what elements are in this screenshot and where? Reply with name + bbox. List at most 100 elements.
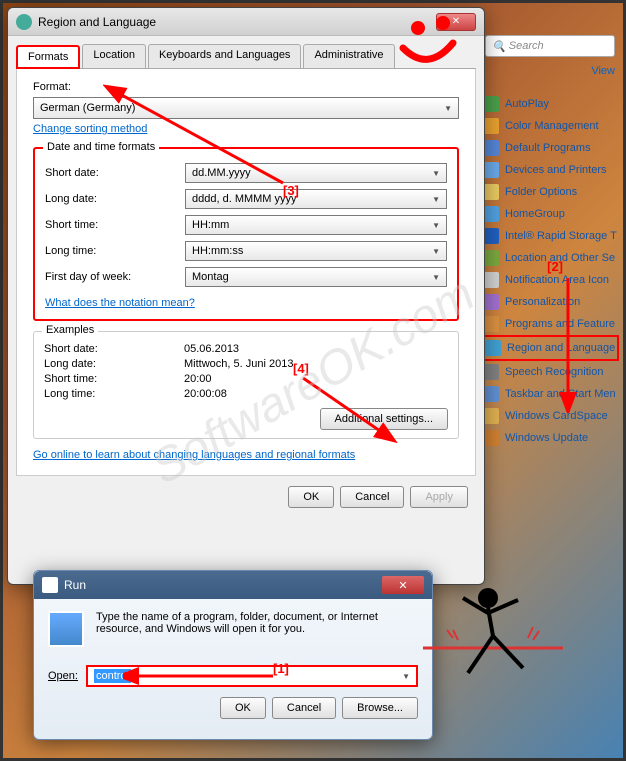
run-description: Type the name of a program, folder, docu… <box>96 611 418 647</box>
notation-link[interactable]: What does the notation mean? <box>45 297 195 309</box>
cp-item-windows-cardspace[interactable]: Windows CardSpace <box>479 405 619 427</box>
ex-long-date-label: Long date: <box>44 358 184 370</box>
format-label: Format: <box>33 81 459 93</box>
cp-item-label: Windows CardSpace <box>505 410 608 422</box>
additional-settings-button[interactable]: Additional settings... <box>320 408 448 430</box>
long-time-label: Long time: <box>45 245 185 257</box>
tab-administrative[interactable]: Administrative <box>303 44 394 68</box>
cp-item-icon <box>483 408 499 424</box>
cp-item-icon <box>483 140 499 156</box>
first-day-dropdown[interactable]: Montag <box>185 267 447 287</box>
ok-button[interactable]: OK <box>288 486 334 508</box>
run-close-button[interactable]: ✕ <box>382 576 424 594</box>
smiley-icon <box>393 13 463 73</box>
group-title: Date and time formats <box>43 141 159 153</box>
run-dialog: Run ✕ Type the name of a program, folder… <box>33 570 433 740</box>
ex-long-date-value: Mittwoch, 5. Juni 2013 <box>184 358 293 370</box>
cp-item-homegroup[interactable]: HomeGroup <box>479 203 619 225</box>
cp-item-programs-and-feature[interactable]: Programs and Feature <box>479 313 619 335</box>
cp-item-icon <box>483 364 499 380</box>
online-link[interactable]: Go online to learn about changing langua… <box>33 449 355 461</box>
cp-item-icon <box>483 184 499 200</box>
cp-item-icon <box>483 430 499 446</box>
run-browse-button[interactable]: Browse... <box>342 697 418 719</box>
stickman-icon <box>423 578 563 698</box>
tab-keyboards[interactable]: Keyboards and Languages <box>148 44 302 68</box>
open-input[interactable]: control <box>86 665 418 687</box>
cp-item-icon <box>483 118 499 134</box>
examples-title: Examples <box>42 324 98 336</box>
cp-item-icon <box>483 162 499 178</box>
cp-item-color-management[interactable]: Color Management <box>479 115 619 137</box>
cp-item-location-and-other-se[interactable]: Location and Other Se <box>479 247 619 269</box>
cp-item-icon <box>483 316 499 332</box>
run-big-icon <box>48 611 84 647</box>
cp-item-label: Speech Recognition <box>505 366 603 378</box>
cancel-button[interactable]: Cancel <box>340 486 404 508</box>
cp-item-notification-area-icon[interactable]: Notification Area Icon <box>479 269 619 291</box>
cp-item-autoplay[interactable]: AutoPlay <box>479 93 619 115</box>
search-input[interactable]: 🔍 Search <box>485 35 615 57</box>
cp-item-speech-recognition[interactable]: Speech Recognition <box>479 361 619 383</box>
cp-item-label: AutoPlay <box>505 98 549 110</box>
tab-content: Format: German (Germany) Change sorting … <box>16 69 476 476</box>
apply-button[interactable]: Apply <box>410 486 468 508</box>
cp-item-icon <box>485 340 501 356</box>
cp-item-windows-update[interactable]: Windows Update <box>479 427 619 449</box>
ex-short-time-value: 20:00 <box>184 373 212 385</box>
short-time-label: Short time: <box>45 219 185 231</box>
cp-item-label: Location and Other Se <box>505 252 615 264</box>
globe-icon <box>16 14 32 30</box>
cp-item-label: Default Programs <box>505 142 591 154</box>
dialog-title: Region and Language <box>38 15 436 29</box>
cp-item-label: Taskbar and Start Men <box>505 388 616 400</box>
cp-item-personalization[interactable]: Personalization <box>479 291 619 313</box>
cp-item-icon <box>483 272 499 288</box>
short-date-dropdown[interactable]: dd.MM.yyyy <box>185 163 447 183</box>
cp-item-label: Personalization <box>505 296 580 308</box>
long-date-label: Long date: <box>45 193 185 205</box>
cp-item-taskbar-and-start-men[interactable]: Taskbar and Start Men <box>479 383 619 405</box>
long-time-dropdown[interactable]: HH:mm:ss <box>185 241 447 261</box>
cp-item-icon <box>483 206 499 222</box>
cp-item-label: Color Management <box>505 120 599 132</box>
cp-item-label: Folder Options <box>505 186 577 198</box>
control-panel-items: AutoPlay Color Management Default Programs… <box>479 93 619 449</box>
date-time-formats-group: Date and time formats Short date: dd.MM.… <box>33 147 459 321</box>
sort-method-link[interactable]: Change sorting method <box>33 123 147 135</box>
first-day-label: First day of week: <box>45 271 185 283</box>
run-icon <box>42 577 58 593</box>
cp-item-label: Region and Language <box>507 342 615 354</box>
ex-long-time-label: Long time: <box>44 388 184 400</box>
cp-item-icon <box>483 250 499 266</box>
format-dropdown[interactable]: German (Germany) <box>33 97 459 119</box>
cp-item-label: Windows Update <box>505 432 588 444</box>
cp-item-icon <box>483 96 499 112</box>
cp-item-folder-options[interactable]: Folder Options <box>479 181 619 203</box>
cp-item-label: Devices and Printers <box>505 164 607 176</box>
ex-long-time-value: 20:00:08 <box>184 388 227 400</box>
examples-group: Examples Short date:05.06.2013 Long date… <box>33 331 459 439</box>
tab-formats[interactable]: Formats <box>16 45 80 69</box>
cp-item-icon <box>483 228 499 244</box>
cp-item-label: HomeGroup <box>505 208 565 220</box>
tab-location[interactable]: Location <box>82 44 146 68</box>
cp-item-label: Intel® Rapid Storage T <box>505 230 617 242</box>
run-cancel-button[interactable]: Cancel <box>272 697 336 719</box>
cp-item-default-programs[interactable]: Default Programs <box>479 137 619 159</box>
region-language-dialog: Region and Language ✕ Formats Location K… <box>7 7 485 585</box>
short-time-dropdown[interactable]: HH:mm <box>185 215 447 235</box>
view-link[interactable]: View <box>591 65 615 77</box>
cp-item-label: Notification Area Icon <box>505 274 609 286</box>
cp-item-icon <box>483 294 499 310</box>
ex-short-date-label: Short date: <box>44 343 184 355</box>
short-date-label: Short date: <box>45 167 185 179</box>
run-titlebar[interactable]: Run ✕ <box>34 571 432 599</box>
cp-item-intel-rapid-storage-t[interactable]: Intel® Rapid Storage T <box>479 225 619 247</box>
run-ok-button[interactable]: OK <box>220 697 266 719</box>
run-title: Run <box>64 578 382 592</box>
cp-item-region-and-language[interactable]: Region and Language <box>479 335 619 361</box>
open-label: Open: <box>48 670 78 682</box>
long-date-dropdown[interactable]: dddd, d. MMMM yyyy <box>185 189 447 209</box>
cp-item-devices-and-printers[interactable]: Devices and Printers <box>479 159 619 181</box>
